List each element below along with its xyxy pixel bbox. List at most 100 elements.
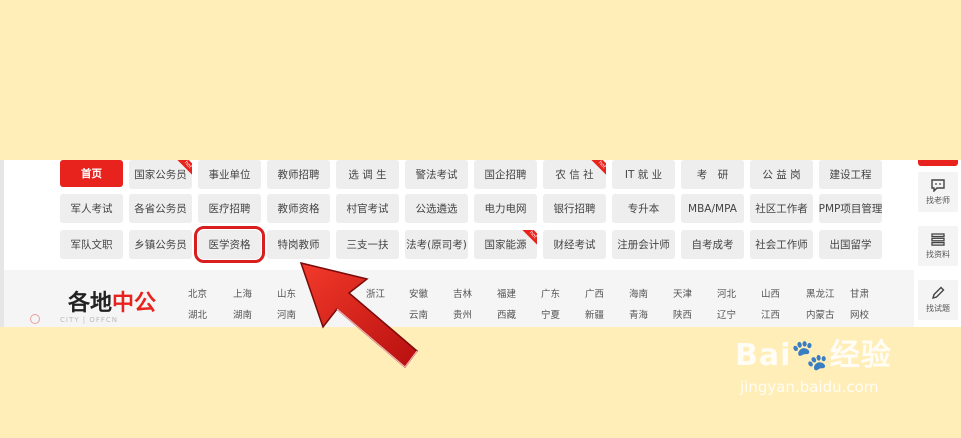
nav-item-label: 各省公务员 xyxy=(134,203,187,215)
region-link[interactable]: 西藏 xyxy=(497,307,516,321)
region-link[interactable]: 河北 xyxy=(717,286,736,300)
nav-row: 军人考试 各省公务员 医疗招聘 教师资格 村官考试 公选遴选 电力电网 银行招聘 专升本 MBA/… xyxy=(60,194,882,223)
nav-item[interactable]: 事业单位 xyxy=(198,160,261,189)
nav-item[interactable]: 专升本 xyxy=(612,194,675,223)
offcn-mark-icon xyxy=(30,314,40,324)
nav-item[interactable]: 选 调 生 xyxy=(336,160,399,189)
nav-item-label: 建设工程 xyxy=(829,169,872,181)
nav-item[interactable]: IT 就 业 xyxy=(612,160,675,189)
nav-item[interactable]: 首页 xyxy=(60,160,123,187)
nav-item-label: 医学资格 xyxy=(208,239,251,251)
nav-item[interactable]: 自考成考 xyxy=(681,230,744,259)
side-toolbar: 找老师 找资料 找试题 xyxy=(916,160,961,327)
side-toolbar-top-tab[interactable] xyxy=(918,160,958,166)
region-link[interactable]: 河南 xyxy=(277,307,296,321)
find-question-label: 找试题 xyxy=(926,304,950,313)
nav-item-label: 国企招聘 xyxy=(484,169,527,181)
region-link[interactable]: 网校 xyxy=(850,307,869,321)
nav-item[interactable]: 各省公务员 xyxy=(129,194,192,223)
nav-item[interactable]: 教师资格 xyxy=(267,194,330,223)
find-teacher-label: 找老师 xyxy=(926,195,950,205)
nav-item-label: 事业单位 xyxy=(208,169,251,181)
watermark-url: jingyan.baidu.com xyxy=(740,378,879,396)
region-link[interactable]: 甘肃 xyxy=(850,286,869,300)
nav-item-label: IT 就 业 xyxy=(624,169,663,181)
nav-item-label: 教师招聘 xyxy=(277,169,320,181)
nav-item-label: 特岗教师 xyxy=(277,239,320,251)
nav-item[interactable]: 银行招聘 xyxy=(543,194,606,223)
region-link[interactable]: 福建 xyxy=(497,286,516,300)
nav-item[interactable]: 国家能源 hot xyxy=(474,230,537,259)
nav-item[interactable]: PMP项目管理 xyxy=(819,194,882,223)
nav-item[interactable]: 考 研 xyxy=(681,160,744,189)
region-link[interactable]: 江西 xyxy=(761,307,780,321)
watermark-brand-prefix: Bai xyxy=(735,338,792,373)
nav-item[interactable]: 电力电网 xyxy=(474,194,537,223)
region-link[interactable]: 陕西 xyxy=(673,307,692,321)
nav-item-label: 社会工作师 xyxy=(755,239,808,251)
nav-item[interactable]: 社会工作师 xyxy=(750,230,813,259)
website-panel: 首页 国家公务员 hot 事业单位 教师招聘 选 调 生 警法考试 国企招聘 农 信 社 hot I… xyxy=(4,160,961,327)
region-link[interactable]: 山西 xyxy=(761,286,780,300)
nav-item[interactable]: 财经考试 xyxy=(543,230,606,259)
nav-item-label: 财经考试 xyxy=(553,239,596,251)
nav-item-label: 公选遴选 xyxy=(415,203,458,215)
nav-item-label: 村官考试 xyxy=(346,203,389,215)
watermark-brand: Bai🐾经验 xyxy=(735,330,892,374)
nav-item-label: 乡镇公务员 xyxy=(134,239,187,251)
nav-row: 首页 国家公务员 hot 事业单位 教师招聘 选 调 生 警法考试 国企招聘 农 信 社 hot I… xyxy=(60,160,882,189)
nav-item-label: 法考(原司考) xyxy=(406,239,467,251)
region-link[interactable]: 广东 xyxy=(541,286,560,300)
region-link[interactable]: 湖北 xyxy=(188,307,207,321)
region-link[interactable]: 辽宁 xyxy=(717,307,736,321)
region-link[interactable]: 贵州 xyxy=(453,307,472,321)
nav-item-label: 注册会计师 xyxy=(617,239,670,251)
nav-item-label: 电力电网 xyxy=(484,203,527,215)
nav-item[interactable]: 国家公务员 hot xyxy=(129,160,192,189)
nav-item[interactable]: 出国留学 xyxy=(819,230,882,259)
nav-item[interactable]: MBA/MPA xyxy=(681,194,744,223)
region-link[interactable]: 上海 xyxy=(233,286,252,300)
nav-item[interactable]: 建设工程 xyxy=(819,160,882,189)
region-link[interactable]: 吉林 xyxy=(453,286,472,300)
region-link[interactable]: 海南 xyxy=(629,286,648,300)
nav-item[interactable]: 社区工作者 xyxy=(750,194,813,223)
region-link[interactable]: 天津 xyxy=(673,286,692,300)
nav-item[interactable]: 乡镇公务员 xyxy=(129,230,192,259)
regions-section: 各地中公 CITY | OFFCN 北京 上海 山东 浙江 安徽 吉林 福建 广东 广西 海南 天津… xyxy=(4,270,914,327)
nav-item[interactable]: 农 信 社 hot xyxy=(543,160,606,189)
region-link[interactable]: 湖南 xyxy=(233,307,252,321)
nav-item[interactable]: 教师招聘 xyxy=(267,160,330,189)
nav-item[interactable]: 公 益 岗 xyxy=(750,160,813,189)
find-material-label: 找资料 xyxy=(926,249,950,259)
region-link[interactable]: 青海 xyxy=(629,307,648,321)
nav-item-label: 教师资格 xyxy=(277,203,320,215)
nav-item-label: 国家公务员 xyxy=(134,169,187,181)
find-material-button[interactable]: 找资料 xyxy=(918,226,958,266)
nav-item[interactable]: 医疗招聘 xyxy=(198,194,261,223)
nav-item[interactable]: 军人考试 xyxy=(60,194,123,223)
nav-item[interactable]: 注册会计师 xyxy=(612,230,675,259)
region-link[interactable]: 宁夏 xyxy=(541,307,560,321)
nav-item[interactable]: 警法考试 xyxy=(405,160,468,189)
region-link[interactable]: 新疆 xyxy=(585,307,604,321)
nav-item-label: 选 调 生 xyxy=(348,169,387,181)
nav-item[interactable]: 村官考试 xyxy=(336,194,399,223)
nav-item-label: 军队文职 xyxy=(70,239,113,251)
find-question-button[interactable]: 找试题 xyxy=(918,280,958,320)
pencil-icon xyxy=(931,286,945,300)
region-link[interactable]: 北京 xyxy=(188,286,207,300)
region-link[interactable]: 广西 xyxy=(585,286,604,300)
nav-item[interactable]: 医学资格 xyxy=(194,226,265,263)
nav-item[interactable]: 公选遴选 xyxy=(405,194,468,223)
nav-item-label: 社区工作者 xyxy=(755,203,808,215)
region-link[interactable]: 内蒙古 xyxy=(806,307,835,321)
nav-item[interactable]: 军队文职 xyxy=(60,230,123,259)
region-link[interactable]: 黑龙江 xyxy=(806,286,835,300)
top-background xyxy=(0,0,961,160)
find-teacher-button[interactable]: 找老师 xyxy=(918,172,958,212)
nav-item-label: 公 益 岗 xyxy=(762,169,801,181)
watermark-brand-suffix: 经验 xyxy=(829,338,892,373)
region-link[interactable]: 山东 xyxy=(277,286,296,300)
nav-item[interactable]: 国企招聘 xyxy=(474,160,537,189)
